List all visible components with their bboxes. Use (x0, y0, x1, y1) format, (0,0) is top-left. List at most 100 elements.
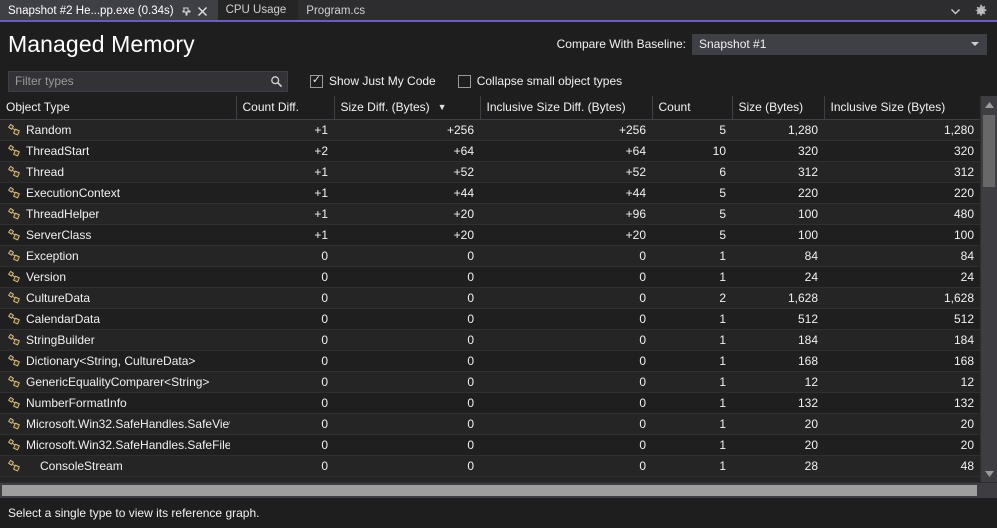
baseline-controls: Compare With Baseline: Snapshot #1 (556, 33, 987, 55)
cell-object-type: Dictionary<String, CultureData> (0, 350, 236, 372)
table-row[interactable]: ThreadHelper +1 +20 +96 5 100 480 (0, 203, 980, 225)
column-header-object-type[interactable]: Object Type (0, 96, 237, 120)
table-row[interactable]: StringBuilder 0 0 0 1 184 184 (0, 329, 980, 351)
table-row[interactable]: ConsoleStream 0 0 0 1 28 48 (0, 455, 980, 477)
cell-size: 28 (732, 455, 824, 477)
cell-size-diff: +44 (334, 182, 480, 204)
collapse-small-object-types-checkbox[interactable]: ✓ Collapse small object types (457, 74, 622, 88)
table-row[interactable]: Random +1 +256 +256 5 1,280 1,280 (0, 119, 980, 141)
chevron-down-icon (968, 41, 982, 47)
cell-object-type: CultureData (0, 287, 236, 309)
cell-count-diff: 0 (236, 350, 334, 372)
page-header: Managed Memory Compare With Baseline: Sn… (0, 22, 997, 66)
filter-types-box[interactable] (8, 70, 288, 92)
cell-count-diff: 0 (236, 455, 334, 477)
cell-size: 1,628 (732, 287, 824, 309)
table-row[interactable]: CalendarData 0 0 0 1 512 512 (0, 308, 980, 330)
table-row[interactable]: CultureData 0 0 0 2 1,628 1,628 (0, 287, 980, 309)
cell-object-type: Exception (0, 245, 236, 267)
scroll-up-arrow-icon[interactable] (981, 96, 997, 113)
cell-incl-size: 512 (824, 308, 980, 330)
cell-size: 20 (732, 434, 824, 456)
horizontal-scrollbar-thumb[interactable] (2, 485, 977, 496)
tab-snapshot-2[interactable]: Snapshot #2 He...pp.exe (0.34s) (0, 0, 218, 22)
cell-incl-size: 320 (824, 140, 980, 162)
vertical-scrollbar[interactable] (980, 96, 997, 482)
pin-icon[interactable] (180, 4, 194, 18)
baseline-select[interactable]: Snapshot #1 (692, 33, 987, 55)
table-row[interactable]: NumberFormatInfo 0 0 0 1 132 132 (0, 392, 980, 414)
search-icon[interactable] (269, 74, 283, 88)
checkbox-box-checked: ✓ (310, 74, 323, 88)
object-type-name: ThreadStart (26, 143, 90, 158)
check-icon: ✓ (311, 74, 322, 86)
column-header-count-diff[interactable]: Count Diff. (236, 96, 335, 120)
cell-incl-size: 48 (824, 455, 980, 477)
cell-size-diff: 0 (334, 350, 480, 372)
table-row[interactable]: ThreadStart +2 +64 +64 10 320 320 (0, 140, 980, 162)
column-header-inclusive-size-diff[interactable]: Inclusive Size Diff. (Bytes) (480, 96, 653, 120)
cell-count: 1 (652, 371, 732, 393)
class-icon (6, 332, 21, 347)
tab-program-cs[interactable]: Program.cs (298, 0, 378, 22)
table-row[interactable]: ServerClass +1 +20 +20 5 100 100 (0, 224, 980, 246)
cell-count: 1 (652, 245, 732, 267)
cell-size: 168 (732, 350, 824, 372)
column-header-count[interactable]: Count (652, 96, 733, 120)
object-type-name: Dictionary<String, CultureData> (26, 353, 196, 368)
cell-object-type: CalendarData (0, 308, 236, 330)
tab-cpu-usage[interactable]: CPU Usage (217, 0, 299, 22)
table-row[interactable]: Microsoft.Win32.SafeHandles.SafeFile 0 0 0 1… (0, 434, 980, 456)
cell-size-diff: +52 (334, 161, 480, 183)
tab-program-cs-label: Program.cs (306, 5, 366, 17)
cell-count-diff: +2 (236, 140, 334, 162)
vertical-scrollbar-thumb[interactable] (983, 115, 995, 187)
class-icon (6, 437, 21, 452)
cell-count: 1 (652, 392, 732, 414)
search-input[interactable] (15, 74, 269, 88)
cell-count: 1 (652, 434, 732, 456)
table-row[interactable]: Dictionary<String, CultureData> 0 0 0 1 168 16… (0, 350, 980, 372)
cell-size-diff: 0 (334, 329, 480, 351)
baseline-label: Compare With Baseline: (556, 37, 686, 51)
gear-icon[interactable] (973, 3, 989, 19)
cell-count: 5 (652, 119, 732, 141)
horizontal-scrollbar[interactable] (0, 482, 997, 498)
cell-incl-size: 84 (824, 245, 980, 267)
object-type-name: ConsoleStream (40, 458, 123, 473)
cell-count-diff: 0 (236, 371, 334, 393)
cell-size: 320 (732, 140, 824, 162)
cell-count: 2 (652, 287, 732, 309)
table-row[interactable]: GenericEqualityComparer<String> 0 0 0 1 12 12 (0, 371, 980, 393)
cell-count: 1 (652, 455, 732, 477)
cell-incl-size-diff: +44 (480, 182, 652, 204)
column-header-inclusive-size[interactable]: Inclusive Size (Bytes) (824, 96, 980, 120)
object-type-name: ThreadHelper (26, 206, 100, 221)
tab-bar-accent-underline (0, 20, 997, 22)
object-type-name: Random (26, 122, 72, 137)
column-header-size[interactable]: Size (Bytes) (732, 96, 825, 120)
chevron-down-icon[interactable] (947, 3, 963, 19)
table-row[interactable]: Version 0 0 0 1 24 24 (0, 266, 980, 288)
cell-incl-size-diff: 0 (480, 455, 652, 477)
scroll-down-arrow-icon[interactable] (981, 465, 997, 482)
table-row[interactable]: Thread +1 +52 +52 6 312 312 (0, 161, 980, 183)
cell-incl-size-diff: 0 (480, 329, 652, 351)
checkbox-box-unchecked: ✓ (457, 74, 471, 88)
cell-size-diff: 0 (334, 266, 480, 288)
class-icon (6, 185, 21, 200)
table-row[interactable]: Microsoft.Win32.SafeHandles.SafeView 0 0 0 1… (0, 413, 980, 435)
cell-incl-size: 12 (824, 371, 980, 393)
show-just-my-code-checkbox[interactable]: ✓ Show Just My Code (310, 74, 436, 88)
cell-incl-size-diff: +64 (480, 140, 652, 162)
page-title: Managed Memory (8, 30, 195, 57)
class-icon (6, 395, 21, 410)
cell-incl-size: 168 (824, 350, 980, 372)
cell-count-diff: 0 (236, 413, 334, 435)
table-header: Object Type Count Diff. Size Diff. (Byte… (0, 96, 980, 120)
filter-toolbar: ✓ Show Just My Code ✓ Collapse small obj… (0, 66, 997, 96)
table-row[interactable]: Exception 0 0 0 1 84 84 (0, 245, 980, 267)
close-icon[interactable] (196, 4, 210, 18)
column-header-size-diff[interactable]: Size Diff. (Bytes) ▼ (334, 96, 481, 120)
table-row[interactable]: ExecutionContext +1 +44 +44 5 220 220 (0, 182, 980, 204)
